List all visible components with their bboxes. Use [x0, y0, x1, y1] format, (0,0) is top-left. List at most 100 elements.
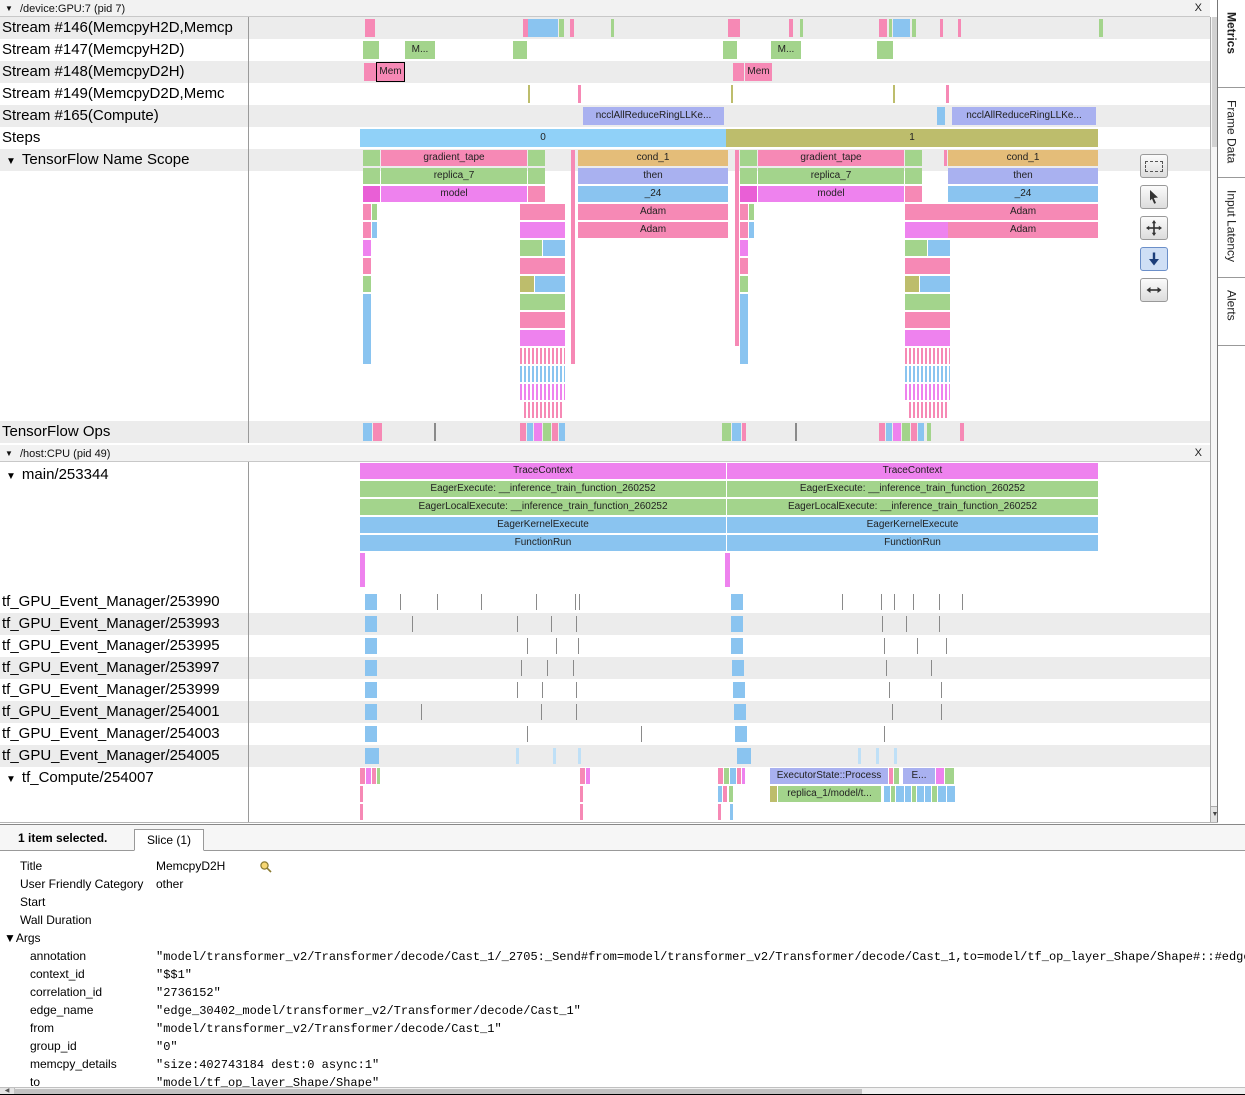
trace-slice[interactable]	[552, 423, 558, 441]
trace-slice[interactable]	[360, 553, 365, 587]
trace-slice[interactable]	[740, 258, 748, 274]
trace-slice[interactable]: TraceContext	[727, 463, 1098, 479]
trace-slice[interactable]	[889, 19, 892, 37]
trace-slice[interactable]	[365, 682, 377, 698]
trace-slice[interactable]	[842, 594, 843, 610]
trace-slice[interactable]	[737, 768, 741, 784]
trace-slice[interactable]: FunctionRun	[727, 535, 1098, 551]
trace-slice[interactable]: cond_1	[948, 150, 1098, 166]
trace-slice[interactable]	[876, 748, 879, 764]
trace-slice[interactable]: Mem	[745, 63, 772, 81]
trace-slice[interactable]	[543, 240, 565, 256]
trace-slice[interactable]	[363, 222, 371, 238]
trace-slice[interactable]	[734, 704, 746, 720]
trace-slice[interactable]	[363, 423, 372, 441]
trace-slice[interactable]: E...	[903, 768, 935, 784]
trace-slice[interactable]	[902, 423, 910, 441]
trace-slice[interactable]	[918, 423, 924, 441]
trace-slice[interactable]	[879, 19, 887, 37]
trace-slice[interactable]	[937, 107, 945, 125]
trace-slice[interactable]	[881, 594, 882, 610]
trace-slice[interactable]	[740, 222, 748, 238]
trace-slice[interactable]	[936, 768, 944, 784]
collapse-arrow-icon[interactable]: ▼	[6, 774, 16, 785]
trace-slice[interactable]	[911, 423, 917, 441]
trace-slice[interactable]	[938, 786, 946, 802]
trace-slice[interactable]: Adam	[578, 204, 728, 220]
trace-slice[interactable]	[909, 402, 947, 418]
trace-slice[interactable]	[905, 186, 922, 202]
trace-slice[interactable]	[925, 786, 931, 802]
trace-slice[interactable]: Adam	[948, 222, 1098, 238]
trace-slice[interactable]	[520, 204, 565, 220]
trace-slice[interactable]	[547, 660, 548, 676]
trace-slice[interactable]: TraceContext	[360, 463, 726, 479]
trace-slice[interactable]	[730, 804, 733, 820]
trace-slice[interactable]: Adam	[578, 222, 728, 238]
trace-slice[interactable]	[513, 41, 527, 59]
scroll-left-button[interactable]: ◀	[0, 1088, 15, 1095]
trace-slice[interactable]	[939, 594, 940, 610]
trace-slice[interactable]	[520, 423, 526, 441]
trace-slice[interactable]	[742, 423, 746, 441]
trace-slice[interactable]	[576, 682, 577, 698]
trace-slice[interactable]	[941, 704, 942, 720]
trace-slice[interactable]	[962, 594, 963, 610]
trace-slice[interactable]: ExecutorState::Process	[770, 768, 888, 784]
gpu-section-header[interactable]: ▼ /device:GPU:7 (pid 7) X	[0, 0, 1210, 17]
trace-slice[interactable]	[363, 186, 380, 202]
trace-slice[interactable]	[912, 786, 916, 802]
trace-slice[interactable]	[528, 19, 558, 37]
trace-slice[interactable]	[800, 19, 803, 37]
trace-slice[interactable]	[520, 240, 542, 256]
trace-slice[interactable]	[905, 276, 919, 292]
trace-slice[interactable]	[884, 726, 885, 742]
trace-slice[interactable]	[905, 240, 927, 256]
trace-slice[interactable]	[400, 594, 401, 610]
trace-slice[interactable]	[733, 682, 745, 698]
trace-slice[interactable]	[578, 85, 581, 103]
trace-slice[interactable]	[944, 150, 947, 166]
collapse-arrow-icon[interactable]: ▼	[6, 471, 16, 482]
track-label[interactable]: ▼tf_Compute/254007	[0, 767, 154, 789]
trace-slice[interactable]	[524, 402, 562, 418]
trace-slice[interactable]	[520, 330, 565, 346]
trace-slice[interactable]	[520, 348, 565, 364]
trace-slice[interactable]	[412, 616, 413, 632]
trace-slice[interactable]	[363, 41, 379, 59]
trace-slice[interactable]	[517, 616, 518, 632]
trace-slice[interactable]	[520, 312, 565, 328]
trace-slice[interactable]	[372, 222, 377, 238]
trace-slice[interactable]	[893, 19, 910, 37]
trace-slice[interactable]	[749, 204, 754, 220]
trace-slice[interactable]	[858, 748, 861, 764]
trace-slice[interactable]	[553, 748, 556, 764]
trace-slice[interactable]	[360, 786, 363, 802]
trace-slice[interactable]	[571, 150, 575, 364]
trace-slice[interactable]	[932, 786, 937, 802]
trace-slice[interactable]	[731, 85, 733, 103]
trace-slice[interactable]	[718, 768, 723, 784]
trace-slice[interactable]	[363, 168, 380, 184]
trace-slice[interactable]	[733, 63, 744, 81]
trace-slice[interactable]	[573, 660, 574, 676]
tab-input-latency[interactable]: Input Latency	[1218, 178, 1245, 278]
trace-slice[interactable]	[892, 704, 893, 720]
trace-slice[interactable]	[434, 423, 436, 441]
trace-slice[interactable]	[559, 19, 564, 37]
trace-slice[interactable]	[542, 682, 543, 698]
trace-slice[interactable]	[372, 768, 376, 784]
collapse-arrow-icon[interactable]: ▼	[5, 4, 13, 13]
marquee-select-tool[interactable]	[1140, 154, 1168, 178]
trace-slice[interactable]: replica_7	[758, 168, 904, 184]
trace-slice[interactable]	[958, 19, 961, 37]
trace-slice[interactable]	[728, 19, 740, 37]
trace-slice[interactable]	[437, 594, 438, 610]
trace-slice[interactable]	[364, 63, 376, 81]
trace-slice[interactable]	[730, 768, 736, 784]
trace-slice[interactable]	[363, 276, 371, 292]
trace-slice[interactable]	[939, 616, 940, 632]
trace-slice[interactable]	[894, 748, 897, 764]
trace-slice[interactable]	[556, 638, 557, 654]
trace-slice[interactable]	[520, 294, 565, 310]
